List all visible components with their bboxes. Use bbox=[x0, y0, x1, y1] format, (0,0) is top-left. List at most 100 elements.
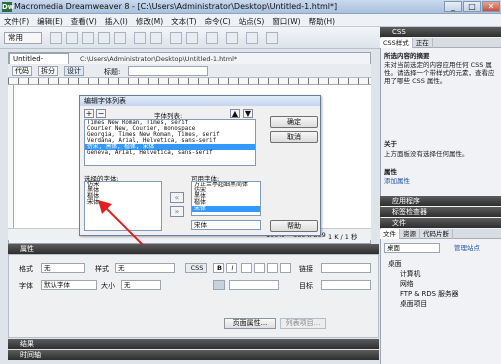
application-panel-header[interactable]: 应用程序 bbox=[380, 196, 501, 206]
list-item-button[interactable]: 列表项目... bbox=[280, 318, 326, 329]
format-select[interactable]: 无 bbox=[41, 263, 85, 273]
move-up-button[interactable]: ▲ bbox=[230, 109, 240, 118]
files-panel-header[interactable]: 文件 bbox=[380, 218, 501, 228]
script-icon[interactable] bbox=[266, 32, 278, 44]
tab-snippets[interactable]: 代码片断 bbox=[420, 229, 453, 239]
tag-chooser-icon[interactable] bbox=[226, 32, 238, 44]
available-fonts-list[interactable]: 方正兰亭超细黑简体 仿宋 黑体 楷体 宋体 bbox=[191, 181, 261, 216]
files-panel-tabs: 文件 资源 代码片断 bbox=[380, 229, 501, 239]
date-icon[interactable] bbox=[170, 32, 182, 44]
tab-css-current[interactable]: 正在 bbox=[413, 38, 433, 48]
css-panel-header[interactable]: CSS bbox=[380, 27, 501, 37]
remove-font-button[interactable]: − bbox=[96, 109, 106, 118]
move-down-button[interactable]: ▼ bbox=[243, 109, 253, 118]
menu-help[interactable]: 帮助(H) bbox=[305, 14, 340, 27]
dialog-title: 编辑字体列表 bbox=[80, 96, 320, 106]
properties-panel-header[interactable]: 属性 bbox=[8, 244, 379, 254]
menu-view[interactable]: 查看(V) bbox=[67, 14, 101, 27]
menu-commands[interactable]: 命令(C) bbox=[201, 14, 235, 27]
tree-item-ftp[interactable]: FTP & RDS 服务器 bbox=[400, 288, 458, 298]
comment-icon[interactable] bbox=[186, 32, 198, 44]
tree-item-network[interactable]: 网络 bbox=[400, 278, 414, 288]
css-panel-tabs: CSS样式 正在 bbox=[380, 38, 501, 48]
document-toolbar: 代码 拆分 设计 标题: bbox=[8, 64, 371, 78]
split-view-button[interactable]: 拆分 bbox=[38, 66, 58, 76]
about-text: 上方面板没有选择任何属性。 bbox=[384, 150, 469, 158]
remove-from-chosen-button[interactable]: » bbox=[170, 206, 184, 217]
font-label: 字体 bbox=[19, 282, 33, 290]
document-tab[interactable]: Untitled-1.html* bbox=[9, 53, 69, 73]
add-property-link[interactable]: 添加属性 bbox=[384, 177, 410, 185]
target-label: 目标 bbox=[299, 282, 313, 290]
image-icon[interactable] bbox=[134, 32, 146, 44]
menu-site[interactable]: 站点(S) bbox=[235, 14, 269, 27]
align-center-icon[interactable] bbox=[254, 263, 265, 273]
help-button[interactable]: 帮助 bbox=[270, 220, 318, 232]
italic-button[interactable]: I bbox=[226, 263, 237, 273]
text-color-swatch[interactable] bbox=[213, 280, 225, 290]
menu-modify[interactable]: 修改(M) bbox=[132, 14, 167, 27]
tree-item-desktop-items[interactable]: 桌面项目 bbox=[400, 298, 427, 308]
results-panel-header[interactable]: 结果 bbox=[8, 339, 379, 349]
template-icon[interactable] bbox=[206, 32, 218, 44]
tab-assets[interactable]: 资源 bbox=[400, 229, 420, 239]
hyperlink-icon[interactable] bbox=[50, 32, 62, 44]
tag-inspector-panel-header[interactable]: 标签检查器 bbox=[380, 207, 501, 217]
layer-icon[interactable] bbox=[114, 32, 126, 44]
style-select[interactable]: 无 bbox=[115, 263, 175, 273]
add-font-button[interactable]: + bbox=[84, 109, 94, 118]
close-button[interactable]: ✕ bbox=[482, 1, 500, 12]
horizontal-ruler bbox=[8, 78, 371, 85]
font-select[interactable]: 默认字体 bbox=[41, 280, 97, 290]
text-color-input[interactable] bbox=[229, 280, 279, 290]
bold-button[interactable]: B bbox=[213, 263, 224, 273]
menu-file[interactable]: 文件(F) bbox=[0, 14, 33, 27]
code-view-button[interactable]: 代码 bbox=[12, 66, 32, 76]
menu-text[interactable]: 文本(T) bbox=[167, 14, 200, 27]
table-icon[interactable] bbox=[98, 32, 110, 44]
menu-insert[interactable]: 插入(I) bbox=[101, 14, 132, 27]
about-title: 关于 bbox=[384, 140, 397, 148]
cancel-button[interactable]: 取消 bbox=[270, 131, 318, 143]
minimize-button[interactable]: _ bbox=[444, 1, 462, 12]
media-icon[interactable] bbox=[150, 32, 162, 44]
workspace-dropdown[interactable]: 常用 bbox=[4, 32, 42, 44]
tree-item-computer[interactable]: 计算机 bbox=[400, 268, 420, 278]
email-link-icon[interactable] bbox=[66, 32, 78, 44]
align-right-icon[interactable] bbox=[267, 263, 278, 273]
link-label: 链接 bbox=[299, 265, 313, 273]
available-font-input[interactable]: 宋体 bbox=[191, 220, 261, 230]
css-button[interactable]: CSS bbox=[185, 263, 207, 273]
anchor-icon[interactable] bbox=[82, 32, 94, 44]
link-input[interactable] bbox=[321, 263, 371, 273]
title-bar: Dw Macromedia Dreamweaver 8 - [C:\Users\… bbox=[0, 0, 501, 14]
properties-title: 属性 bbox=[384, 168, 397, 176]
font-list-item[interactable]: Geneva, Arial, Helvetica, sans-serif bbox=[85, 150, 255, 156]
format-label: 格式 bbox=[19, 265, 33, 273]
target-select[interactable] bbox=[321, 280, 371, 290]
size-select[interactable]: 无 bbox=[121, 280, 161, 290]
head-icon[interactable] bbox=[246, 32, 258, 44]
manage-sites-link[interactable]: 管理站点 bbox=[454, 244, 480, 252]
menu-window[interactable]: 窗口(W) bbox=[268, 14, 304, 27]
tab-files[interactable]: 文件 bbox=[380, 229, 400, 239]
menu-edit[interactable]: 编辑(E) bbox=[33, 14, 67, 27]
size-label: 大小 bbox=[101, 282, 115, 290]
page-properties-button[interactable]: 页面属性... bbox=[224, 318, 276, 329]
maximize-button[interactable]: □ bbox=[463, 1, 481, 12]
dreamweaver-logo-icon: Dw bbox=[2, 2, 15, 12]
justify-icon[interactable] bbox=[280, 263, 291, 273]
site-select[interactable]: 桌面 bbox=[384, 243, 440, 253]
window-title: Macromedia Dreamweaver 8 - [C:\Users\Adm… bbox=[14, 2, 338, 11]
add-to-chosen-button[interactable]: « bbox=[170, 192, 184, 203]
page-title-label: 标题: bbox=[104, 68, 121, 76]
page-title-input[interactable] bbox=[128, 66, 208, 76]
available-font-item-selected[interactable]: 宋体 bbox=[192, 206, 260, 212]
design-view-button[interactable]: 设计 bbox=[64, 66, 84, 76]
ok-button[interactable]: 确定 bbox=[270, 116, 318, 128]
tree-item-desktop[interactable]: 桌面 bbox=[388, 258, 402, 268]
align-left-icon[interactable] bbox=[241, 263, 252, 273]
font-list[interactable]: Times New Roman, Times, serif Courier Ne… bbox=[84, 119, 256, 166]
timeline-panel-header[interactable]: 时间轴 bbox=[8, 350, 379, 360]
tab-css-styles[interactable]: CSS样式 bbox=[380, 38, 413, 48]
